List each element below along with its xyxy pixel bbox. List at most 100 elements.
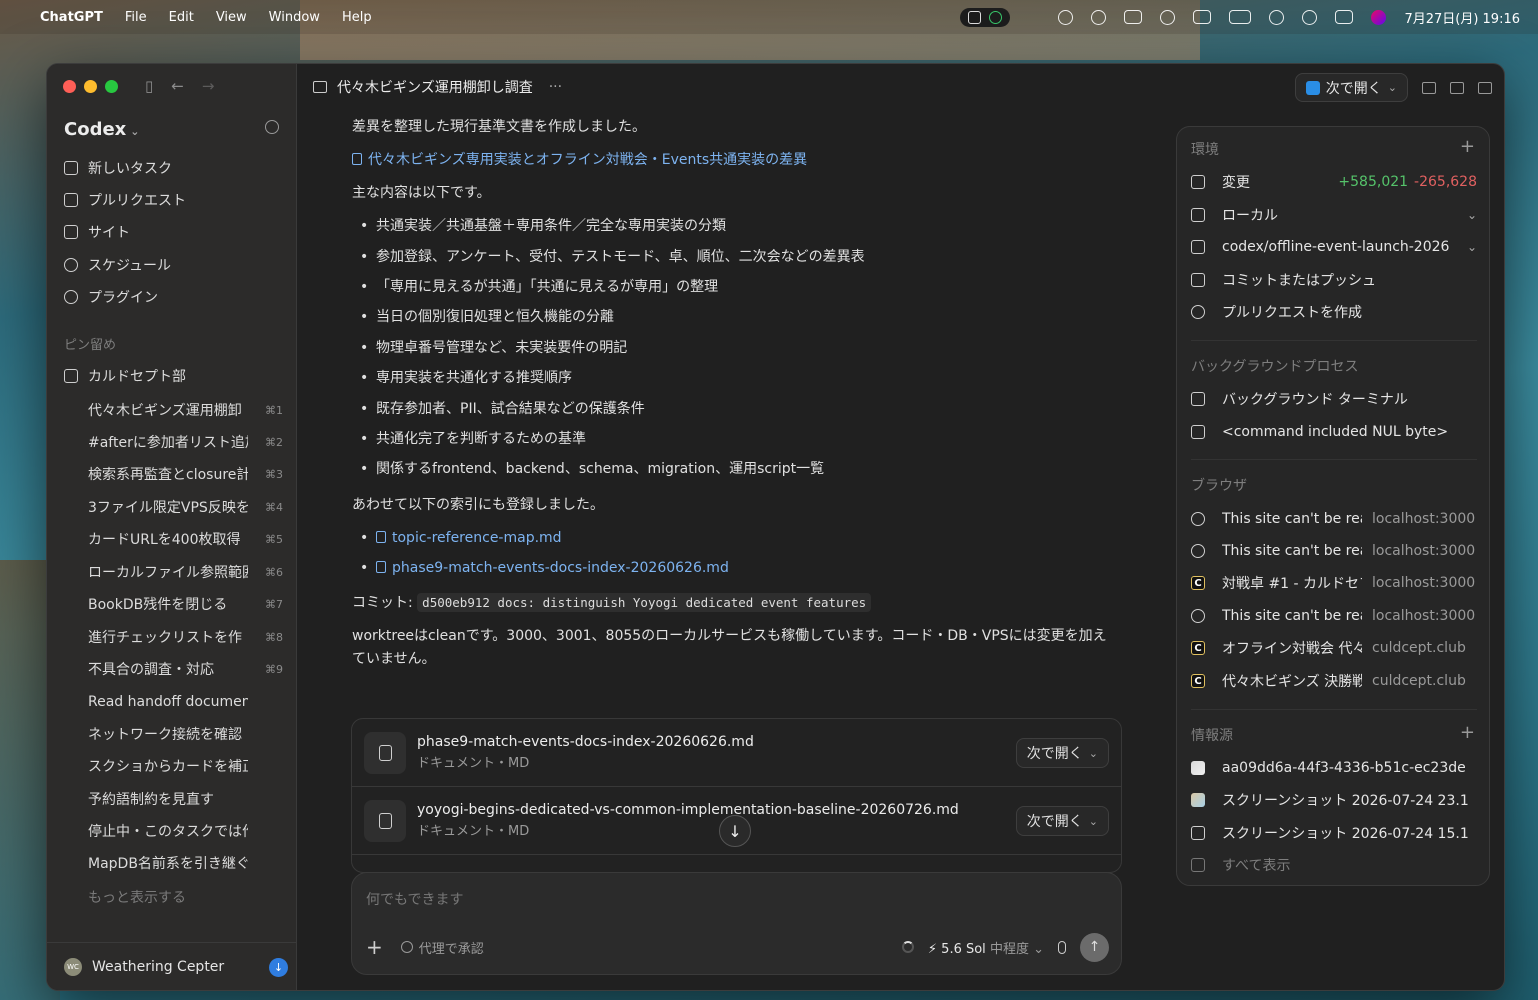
- scroll-to-bottom-button[interactable]: ↓: [719, 815, 751, 847]
- nav-sites[interactable]: サイト: [64, 218, 289, 246]
- browser-tab-row[interactable]: C 代々木ビギンズ 決勝戦 culdcept.club: [1191, 667, 1477, 695]
- search-icon[interactable]: [265, 120, 279, 134]
- tab-title: 対戦卓 #1 - カルドセプト: [1222, 576, 1362, 592]
- grid-icon: [64, 225, 78, 239]
- pinned-task-item[interactable]: MapDB名前系を引き継ぐ: [88, 849, 283, 877]
- pinned-task-item[interactable]: 検索系再監査とclosure計 ⌘3: [88, 460, 283, 488]
- folder-item[interactable]: カルドセプト部: [64, 362, 289, 390]
- summary-panel-icon[interactable]: [1422, 81, 1436, 94]
- create-pr-row[interactable]: プルリクエストを作成: [1191, 298, 1477, 326]
- nav-plugins[interactable]: プラグイン: [64, 283, 289, 311]
- open-in-label: 次で開く: [1325, 80, 1382, 97]
- file-name: phase9-match-events-docs-index-20260626.…: [417, 734, 754, 750]
- chevron-down-icon: ⌄: [1466, 208, 1477, 222]
- local-row[interactable]: ローカル ⌄: [1191, 201, 1477, 229]
- open-in-button[interactable]: 次で開く ⌄: [1294, 73, 1408, 102]
- commit-push-row[interactable]: コミットまたはプッシュ: [1191, 266, 1477, 294]
- pinned-task-item[interactable]: 予約語制約を見直す: [88, 785, 283, 813]
- composer-placeholder[interactable]: 何でもできます: [366, 889, 463, 909]
- pinned-task-item[interactable]: ローカルファイル参照範囲 ⌘6: [88, 558, 283, 586]
- pinned-task-item[interactable]: カードURLを400枚取得 ⌘5: [88, 525, 283, 553]
- pinned-task-item[interactable]: ネットワーク接続を確認: [88, 720, 283, 748]
- browser-tab-row[interactable]: C 対戦卓 #1 - カルドセプト localhost:3000: [1191, 569, 1477, 597]
- composer[interactable]: 何でもできます + 代理で承認 ⚡ 5.6 Sol 中程度 ⌄ ↑: [351, 872, 1122, 975]
- zoom-window-button[interactable]: [105, 80, 118, 93]
- pinned-task-item[interactable]: 停止中・このタスクでは作業: [88, 817, 283, 845]
- cloud-icon[interactable]: [1058, 9, 1074, 25]
- menu-window[interactable]: Window: [269, 10, 320, 25]
- add-env-icon[interactable]: +: [1460, 136, 1475, 157]
- pinned-task-item[interactable]: スクショからカードを補正: [88, 752, 283, 780]
- user-profile[interactable]: WC Weathering Cepter ↓: [47, 942, 297, 990]
- bear-icon[interactable]: [1091, 9, 1107, 25]
- menu-help[interactable]: Help: [342, 10, 372, 25]
- play-icon[interactable]: [1160, 9, 1176, 25]
- send-button[interactable]: ↑: [1080, 932, 1109, 962]
- browser-tab-row[interactable]: This site can't be reached localhost:3000: [1191, 505, 1477, 533]
- file-open-button[interactable]: 次で開く ⌄: [1015, 806, 1109, 836]
- index-link[interactable]: topic-reference-map.md: [352, 527, 1127, 550]
- back-arrow-icon[interactable]: ←: [171, 77, 184, 95]
- more-options-icon[interactable]: ···: [549, 79, 562, 95]
- forward-arrow-icon[interactable]: →: [202, 77, 215, 95]
- menu-file[interactable]: File: [125, 10, 147, 25]
- close-window-button[interactable]: [63, 80, 76, 93]
- control-center-icon[interactable]: [1335, 10, 1354, 24]
- menu-app-name[interactable]: ChatGPT: [40, 10, 103, 25]
- browser-tab-row[interactable]: This site can't be reached localhost:3000: [1191, 537, 1477, 565]
- menu-view[interactable]: View: [216, 10, 247, 25]
- recording-indicator[interactable]: [960, 7, 1011, 27]
- source-row[interactable]: スクリーンショット 2026-07-24 23.1: [1191, 786, 1477, 814]
- nav-pull-requests[interactable]: プルリクエスト: [64, 186, 289, 214]
- side-panel-icon[interactable]: [1478, 81, 1492, 94]
- doc-link[interactable]: 代々木ビギンズ専用実装とオフライン対戦会・Events共通実装の差異: [352, 149, 1127, 172]
- pinned-task-item[interactable]: 不具合の調査・対応 ⌘9: [88, 655, 283, 683]
- sidebar-toggle-icon[interactable]: ▯: [145, 77, 153, 95]
- add-source-icon[interactable]: +: [1460, 722, 1475, 743]
- workspace-switcher[interactable]: Codex ⌄: [64, 119, 140, 140]
- pinned-task-item[interactable]: 3ファイル限定VPS反映を ⌘4: [88, 493, 283, 521]
- download-icon[interactable]: ↓: [269, 958, 288, 977]
- nav-schedule[interactable]: スケジュール: [64, 251, 289, 279]
- sources-heading: 情報源: [1191, 728, 1233, 744]
- battery-icon[interactable]: [1229, 10, 1252, 24]
- index-link[interactable]: phase9-match-events-docs-index-20260626.…: [352, 557, 1127, 580]
- pinned-task-item[interactable]: 進行チェックリストを作 ⌘8: [88, 623, 283, 651]
- search-icon[interactable]: [1302, 9, 1318, 25]
- bg-process-row[interactable]: <command included NUL byte>: [1191, 418, 1477, 446]
- clock-icon: [64, 258, 78, 272]
- pinned-task-item[interactable]: 代々木ビギンズ運用棚卸 ⌘1: [88, 396, 283, 424]
- menu-edit[interactable]: Edit: [169, 10, 194, 25]
- siri-icon[interactable]: [1371, 9, 1387, 25]
- nav-new-task[interactable]: 新しいタスク: [64, 154, 289, 182]
- source-row[interactable]: aa09dd6a-44f3-4336-b51c-ec23de: [1191, 754, 1477, 782]
- file-card[interactable]: phase9-match-events-docs-index-20260626.…: [352, 719, 1121, 787]
- terminal-icon: [1191, 392, 1205, 406]
- tab-url: culdcept.club: [1372, 640, 1466, 656]
- app-a-icon[interactable]: [1124, 10, 1143, 24]
- minimize-window-button[interactable]: [84, 80, 97, 93]
- add-attachment-icon[interactable]: +: [366, 935, 383, 959]
- input-method-icon[interactable]: [1193, 10, 1212, 24]
- index-link-text: phase9-match-events-docs-index-20260626.…: [392, 559, 729, 576]
- browser-tab-row[interactable]: This site can't be reached localhost:3000: [1191, 602, 1477, 630]
- show-more-link[interactable]: もっと表示する: [88, 887, 186, 907]
- pinned-task-item[interactable]: #afterに参加者リスト追加 ⌘2: [88, 428, 283, 456]
- terminal-panel-icon[interactable]: [1450, 81, 1464, 94]
- wifi-icon[interactable]: [1269, 9, 1285, 25]
- model-selector[interactable]: ⚡ 5.6 Sol 中程度 ⌄: [928, 938, 1044, 957]
- source-row[interactable]: スクリーンショット 2026-07-24 15.1: [1191, 819, 1477, 847]
- bg-process-row[interactable]: バックグラウンド ターミナル: [1191, 385, 1477, 413]
- workspace-name: Codex: [64, 119, 127, 140]
- changes-row[interactable]: 変更 +585,021 -265,628: [1191, 168, 1477, 196]
- show-all-row[interactable]: すべて表示: [1191, 851, 1477, 879]
- pinned-task-item[interactable]: Read handoff document: [88, 688, 283, 716]
- microphone-icon[interactable]: [1058, 940, 1066, 954]
- tab-url: localhost:3000: [1372, 511, 1476, 527]
- pinned-task-item[interactable]: BookDB残件を閉じる ⌘7: [88, 590, 283, 618]
- browser-tab-row[interactable]: C オフライン対戦会 代々木 culdcept.club: [1191, 634, 1477, 662]
- approval-mode-button[interactable]: 代理で承認: [400, 938, 484, 957]
- menubar-clock[interactable]: 7月27日(月) 19:16: [1404, 8, 1520, 27]
- file-open-button[interactable]: 次で開く ⌄: [1015, 738, 1109, 768]
- branch-row[interactable]: codex/offline-event-launch-2026 ⌄: [1191, 233, 1477, 261]
